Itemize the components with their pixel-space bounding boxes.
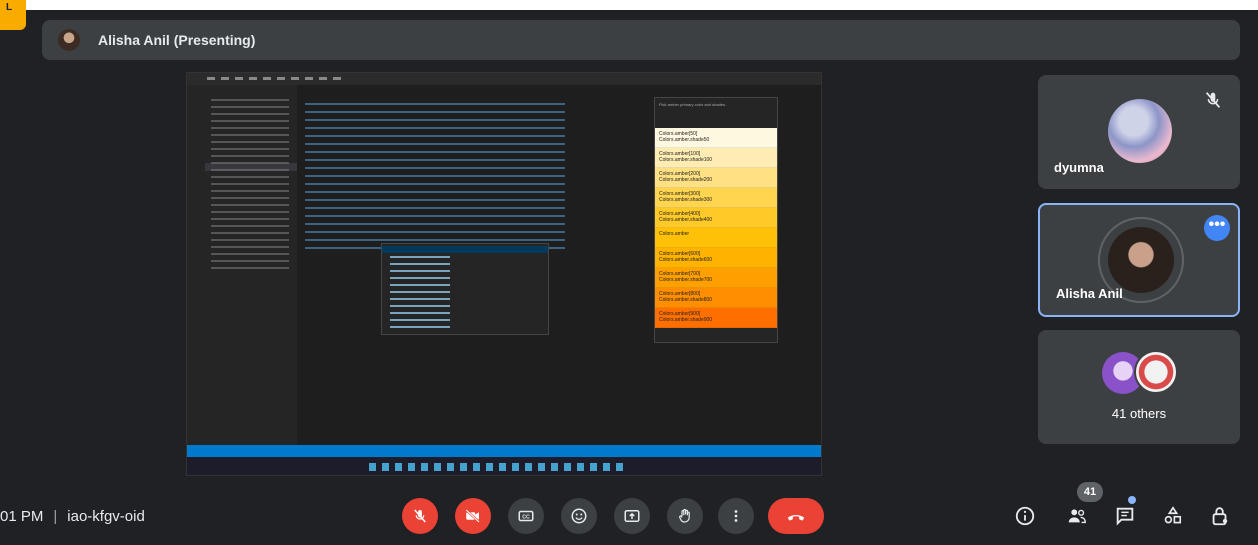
color-hint: Pick amber primary color and shades.: [659, 102, 727, 107]
presenter-bar: Alisha Anil (Presenting): [42, 20, 1240, 60]
shared-taskbar: [187, 457, 821, 475]
chat-icon: [1116, 507, 1134, 526]
mic-off-icon: [1205, 92, 1221, 108]
editor-code-area: Pick amber primary color and shades. Col…: [297, 85, 821, 462]
swatch-sublabel: Colors.amber.shade800: [659, 297, 713, 303]
color-swatch[interactable]: Colors.amber[400] Colors.amber.shade400: [655, 208, 777, 228]
suggestion-list: [381, 243, 549, 335]
end-call-icon: [787, 515, 805, 521]
people-count-badge: 41: [1077, 482, 1103, 502]
shared-screen: Pick amber primary color and shades. Col…: [186, 72, 822, 476]
leave-call-button[interactable]: [768, 498, 824, 534]
meeting-code: iao-kfgv-oid: [67, 507, 145, 525]
camera-toggle-button[interactable]: [455, 498, 491, 534]
avatar: [1134, 350, 1178, 394]
chat-notification-dot: [1128, 496, 1136, 504]
color-swatch[interactable]: Colors.amber[800] Colors.amber.shade800: [655, 288, 777, 308]
info-icon: [1015, 506, 1035, 526]
others-count-label: 41 others: [1111, 406, 1167, 421]
swatch-sublabel: Colors.amber.shade100: [659, 157, 713, 163]
chat-button[interactable]: [1113, 504, 1137, 528]
present-icon: [624, 510, 640, 522]
swatch-sublabel: Colors.amber.shade200: [659, 177, 713, 183]
color-swatch[interactable]: Colors.amber[700] Colors.amber.shade700: [655, 268, 777, 288]
swatch-sublabel: Colors.amber.shade600: [659, 257, 713, 263]
editor-activity-bar: [187, 85, 205, 457]
color-swatch[interactable]: Colors.amber[300] Colors.amber.shade300: [655, 188, 777, 208]
editor-explorer: [205, 85, 297, 457]
participant-tile-alisha[interactable]: ••• Alisha Anil: [1038, 203, 1240, 317]
top-strip: [0, 0, 1258, 10]
color-swatch[interactable]: Colors.amber[600] Colors.amber.shade600: [655, 248, 777, 268]
participant-name: Alisha Anil: [1056, 286, 1123, 301]
meeting-details-button[interactable]: [1013, 504, 1037, 528]
camera-off-icon: [465, 509, 480, 523]
meet-window: L Alisha Anil (Presenting) Pick amber pr…: [0, 0, 1258, 545]
activities-icon: [1164, 506, 1182, 524]
more-options-icon: [734, 510, 738, 522]
participant-tile-others[interactable]: 41 others: [1038, 330, 1240, 444]
presenter-name: Alisha Anil (Presenting): [98, 32, 256, 48]
swatch-label: Colors.amber: [659, 231, 690, 237]
participant-name: dyumna: [1054, 160, 1104, 175]
meeting-time: 01 PM: [0, 507, 44, 525]
present-button[interactable]: [614, 498, 650, 534]
color-swatch[interactable]: Colors.amber[200] Colors.amber.shade200: [655, 168, 777, 188]
people-button[interactable]: [1065, 504, 1089, 528]
captions-icon: CC: [518, 510, 534, 522]
corner-badge: L: [0, 0, 26, 30]
participant-tile-dyumna[interactable]: dyumna: [1038, 75, 1240, 189]
color-swatch[interactable]: Colors.amber[900] Colors.amber.shade900: [655, 308, 777, 328]
color-picker-panel: Pick amber primary color and shades. Col…: [654, 97, 778, 343]
raise-hand-button[interactable]: [667, 498, 703, 534]
swatch-sublabel: Colors.amber.shade50: [659, 137, 710, 143]
meeting-info: 01 PM | iao-kfgv-oid: [0, 506, 145, 526]
captions-button[interactable]: CC: [508, 498, 544, 534]
swatch-sublabel: Colors.amber.shade900: [659, 317, 713, 323]
raise-hand-icon: [679, 508, 690, 523]
color-swatch[interactable]: Colors.amber[100] Colors.amber.shade100: [655, 148, 777, 168]
svg-text:CC: CC: [522, 514, 530, 520]
avatar: [1108, 99, 1172, 163]
editor-status-bar: [187, 445, 821, 457]
host-controls-icon: [1212, 507, 1228, 526]
swatch-sublabel: Colors.amber.shade700: [659, 277, 713, 283]
avatar: [1108, 227, 1174, 293]
more-options-button[interactable]: [718, 498, 754, 534]
presenter-avatar: [58, 29, 80, 51]
divider: |: [53, 507, 58, 525]
editor-title-bar: [187, 73, 821, 85]
swatch-sublabel: Colors.amber.shade300: [659, 197, 713, 203]
color-swatch[interactable]: Colors.amber: [655, 228, 777, 248]
tile-more-options-button[interactable]: •••: [1204, 215, 1230, 241]
swatch-sublabel: Colors.amber.shade400: [659, 217, 713, 223]
color-swatch[interactable]: Colors.amber[50] Colors.amber.shade50: [655, 128, 777, 148]
mic-toggle-button[interactable]: [402, 498, 438, 534]
people-icon: [1068, 509, 1086, 524]
reactions-button[interactable]: [561, 498, 597, 534]
activities-button[interactable]: [1161, 504, 1185, 528]
emoji-icon: [571, 508, 587, 524]
mic-off-icon: [414, 509, 426, 523]
host-controls-button[interactable]: [1208, 504, 1232, 528]
